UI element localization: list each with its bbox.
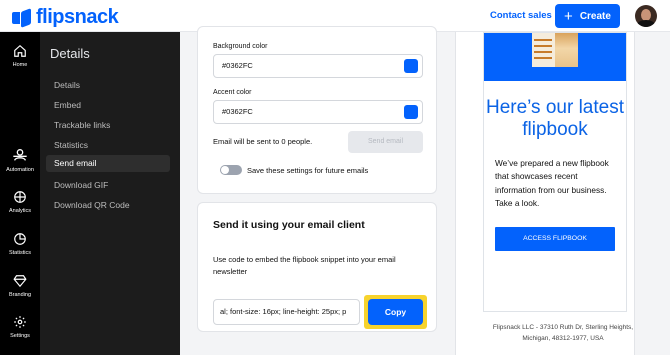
preview-headline: Here’s our latest flipbook xyxy=(486,97,624,140)
preview-email: Here’s our latest flipbook We’ve prepare… xyxy=(483,32,627,312)
copy-button[interactable]: Copy xyxy=(368,299,423,325)
rail-item-label: Analytics xyxy=(8,208,31,214)
gear-icon xyxy=(14,316,26,328)
rail-item-label: Branding xyxy=(8,292,32,298)
email-client-card: Send it using your email client Use code… xyxy=(197,202,437,332)
background-color-value: #0362FC xyxy=(222,61,253,70)
copy-highlight: Copy xyxy=(364,295,427,329)
rail-item-automation[interactable]: Automation xyxy=(0,147,40,173)
logo-mark-icon xyxy=(12,7,32,28)
diamond-icon xyxy=(13,275,27,288)
logo-text: flipsnack xyxy=(36,6,119,28)
background-color-field[interactable]: #0362FC xyxy=(213,54,423,78)
accent-color-field[interactable]: #0362FC xyxy=(213,100,423,124)
analytics-icon xyxy=(14,191,26,203)
details-panel: Details Details Embed Trackable links St… xyxy=(40,32,180,355)
statistics-icon xyxy=(14,233,26,245)
contact-sales-link[interactable]: Contact sales xyxy=(490,10,552,21)
accent-color-label: Accent color xyxy=(213,89,252,96)
rail-item-analytics[interactable]: Analytics xyxy=(0,190,40,214)
email-client-description: Use code to embed the flipbook snippet i… xyxy=(213,255,396,276)
rail-item-label: Automation xyxy=(6,167,34,173)
create-button-label: Create xyxy=(579,10,611,22)
accent-color-swatch[interactable] xyxy=(404,105,418,119)
preview-body: We’ve prepared a new flipbook that showc… xyxy=(495,158,609,208)
rail-item-settings[interactable]: Settings xyxy=(0,315,40,339)
preview-banner xyxy=(484,33,626,81)
rail-item-branding[interactable]: Branding xyxy=(0,274,40,298)
send-email-button[interactable]: Send email xyxy=(348,131,423,153)
automation-icon xyxy=(13,149,27,161)
rail-item-label: Statistics xyxy=(8,250,31,256)
email-settings-card: Background color #0362FC Accent color #0… xyxy=(197,26,437,194)
create-button[interactable]: + Create xyxy=(555,4,620,28)
avatar[interactable] xyxy=(635,5,657,27)
details-title: Details xyxy=(50,46,90,61)
flipsnack-logo[interactable]: flipsnack xyxy=(12,6,119,29)
preview-footer: Flipsnack LLC - 37310 Ruth Dr, Sterling … xyxy=(492,324,634,342)
menu-item-send-email[interactable]: Send email xyxy=(46,155,170,172)
main-content: Background color #0362FC Accent color #0… xyxy=(180,26,670,355)
rail-item-home[interactable]: Home xyxy=(0,44,40,68)
background-color-label: Background color xyxy=(213,43,268,50)
accent-color-value: #0362FC xyxy=(222,107,253,116)
email-preview: Here’s our latest flipbook We’ve prepare… xyxy=(455,32,635,355)
rail-item-statistics[interactable]: Statistics xyxy=(0,232,40,256)
rail-item-label: Home xyxy=(12,62,28,68)
access-flipbook-button[interactable]: ACCESS FLIPBOOK xyxy=(495,227,615,251)
recipients-note: Email will be sent to 0 people. xyxy=(213,137,313,146)
email-client-title: Send it using your email client xyxy=(213,219,365,231)
rail-item-label: Settings xyxy=(10,333,30,339)
home-icon xyxy=(14,44,26,57)
flipbook-thumbnail xyxy=(532,33,578,67)
left-rail: Home Automation Analytics Statistics Bra… xyxy=(0,32,40,355)
save-settings-toggle[interactable] xyxy=(220,165,242,175)
embed-code-field[interactable]: al; font-size: 16px; line-height: 25px; … xyxy=(213,299,360,325)
save-settings-label: Save these settings for future emails xyxy=(247,166,369,175)
plus-icon: + xyxy=(564,7,573,25)
background-color-swatch[interactable] xyxy=(404,59,418,73)
